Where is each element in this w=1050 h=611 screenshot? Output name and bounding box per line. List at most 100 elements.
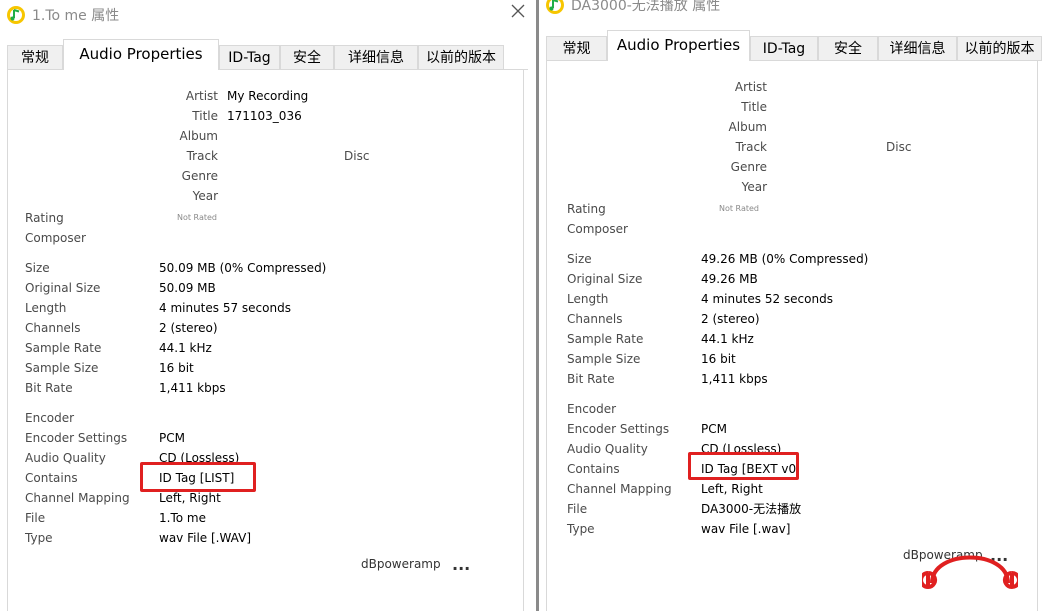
tab-previous-versions[interactable]: 以前的版本 xyxy=(957,36,1042,60)
album-label: Album xyxy=(179,129,218,143)
properties-dialog-right: DA3000-无法播放 属性 常规 Audio Properties ID-Ta… xyxy=(539,0,1050,611)
tab-bar: 常规 Audio Properties ID-Tag 安全 详细信息 以前的版本 xyxy=(546,30,1042,61)
contains-label: Contains xyxy=(567,462,620,476)
sample-rate-value: 44.1 kHz xyxy=(701,332,754,346)
sample-size-label: Sample Size xyxy=(567,352,641,366)
size-value: 49.26 MB (0% Compressed) xyxy=(701,252,869,266)
encoder-settings-value: PCM xyxy=(701,422,727,436)
artist-value: My Recording xyxy=(227,89,309,103)
genre-label: Genre xyxy=(181,169,218,183)
disc-label: Disc xyxy=(344,149,370,163)
composer-label: Composer xyxy=(25,231,86,245)
dbpoweramp-link[interactable]: dBpoweramp xyxy=(361,557,441,571)
tab-details[interactable]: 详细信息 xyxy=(334,45,418,69)
tab-general[interactable]: 常规 xyxy=(7,45,63,69)
title-label: Title xyxy=(741,100,767,114)
encoder-label: Encoder xyxy=(25,411,75,425)
tab-previous-versions[interactable]: 以前的版本 xyxy=(418,45,504,69)
size-value: 50.09 MB (0% Compressed) xyxy=(159,261,327,275)
channel-mapping-value: Left, Right xyxy=(701,482,763,496)
contains-label: Contains xyxy=(25,471,78,485)
tab-id-tag[interactable]: ID-Tag xyxy=(219,45,280,69)
channels-value: 2 (stereo) xyxy=(701,312,760,326)
sample-rate-label: Sample Rate xyxy=(567,332,644,346)
sample-size-value: 16 bit xyxy=(159,361,194,375)
audio-quality-label: Audio Quality xyxy=(567,442,648,456)
rating-value[interactable]: Not Rated xyxy=(719,204,759,213)
title-label: Title xyxy=(192,109,218,123)
length-value: 4 minutes 52 seconds xyxy=(701,292,833,306)
bit-rate-value: 1,411 kbps xyxy=(701,372,768,386)
artist-label: Artist xyxy=(734,80,767,94)
type-value: wav File [.WAV] xyxy=(159,531,252,545)
audio-properties-panel: Artist Title Album Track Disc Genre Year… xyxy=(546,60,1038,611)
window-title: 1.To me 属性 xyxy=(32,8,120,24)
highlight-box xyxy=(688,452,799,480)
original-size-value: 50.09 MB xyxy=(159,281,216,295)
rating-label: Rating xyxy=(567,202,606,216)
track-label: Track xyxy=(186,149,218,163)
title-bar: 1.To me 属性 xyxy=(0,0,536,30)
disc-label: Disc xyxy=(886,140,912,154)
length-label: Length xyxy=(25,301,67,315)
encoder-settings-label: Encoder Settings xyxy=(567,422,670,436)
original-size-label: Original Size xyxy=(567,272,643,286)
close-icon[interactable] xyxy=(510,3,526,19)
more-button[interactable]: ... xyxy=(452,557,470,573)
sample-rate-value: 44.1 kHz xyxy=(159,341,212,355)
tab-audio-properties[interactable]: Audio Properties xyxy=(607,30,750,61)
channel-mapping-label: Channel Mapping xyxy=(25,491,130,505)
encoder-settings-label: Encoder Settings xyxy=(25,431,128,445)
title-bar: DA3000-无法播放 属性 xyxy=(539,0,1050,20)
rating-value[interactable]: Not Rated xyxy=(177,213,217,222)
music-note-app-icon xyxy=(7,6,25,24)
tab-security[interactable]: 安全 xyxy=(280,45,334,69)
tab-details[interactable]: 详细信息 xyxy=(878,36,957,60)
channel-mapping-value: Left, Right xyxy=(159,491,221,505)
channel-mapping-label: Channel Mapping xyxy=(567,482,672,496)
channels-value: 2 (stereo) xyxy=(159,321,218,335)
year-label: Year xyxy=(192,189,218,203)
tab-bar: 常规 Audio Properties ID-Tag 安全 详细信息 以前的版本 xyxy=(7,39,528,70)
track-label: Track xyxy=(735,140,767,154)
highlight-box xyxy=(140,462,256,492)
channels-label: Channels xyxy=(567,312,623,326)
length-label: Length xyxy=(567,292,609,306)
type-label: Type xyxy=(567,522,595,536)
length-value: 4 minutes 57 seconds xyxy=(159,301,291,315)
album-label: Album xyxy=(728,120,767,134)
tab-audio-properties[interactable]: Audio Properties xyxy=(63,39,219,70)
original-size-value: 49.26 MB xyxy=(701,272,758,286)
sample-rate-label: Sample Rate xyxy=(25,341,102,355)
artist-label: Artist xyxy=(185,89,218,103)
sample-size-label: Sample Size xyxy=(25,361,99,375)
file-label: File xyxy=(567,502,588,516)
title-value: 171103_036 xyxy=(227,109,302,123)
bit-rate-label: Bit Rate xyxy=(567,372,615,386)
properties-dialog-left: 1.To me 属性 常规 Audio Properties ID-Tag 安全… xyxy=(0,0,536,611)
tab-security[interactable]: 安全 xyxy=(818,36,878,60)
tab-general[interactable]: 常规 xyxy=(546,36,607,60)
genre-label: Genre xyxy=(730,160,767,174)
year-label: Year xyxy=(741,180,767,194)
bit-rate-value: 1,411 kbps xyxy=(159,381,226,395)
audio-quality-label: Audio Quality xyxy=(25,451,106,465)
type-label: Type xyxy=(25,531,53,545)
headphones-logo-icon xyxy=(922,555,1018,589)
file-value: 1.To me xyxy=(159,511,206,525)
original-size-label: Original Size xyxy=(25,281,101,295)
channels-label: Channels xyxy=(25,321,81,335)
music-note-app-icon xyxy=(546,0,564,14)
type-value: wav File [.wav] xyxy=(701,522,791,536)
file-label: File xyxy=(25,511,46,525)
size-label: Size xyxy=(25,261,50,275)
sample-size-value: 16 bit xyxy=(701,352,736,366)
composer-label: Composer xyxy=(567,222,628,236)
audio-properties-panel: Artist My Recording Title 171103_036 Alb… xyxy=(7,69,524,611)
size-label: Size xyxy=(567,252,592,266)
window-title: DA3000-无法播放 属性 xyxy=(571,0,721,14)
encoder-label: Encoder xyxy=(567,402,617,416)
tab-id-tag[interactable]: ID-Tag xyxy=(750,36,818,60)
bit-rate-label: Bit Rate xyxy=(25,381,73,395)
encoder-settings-value: PCM xyxy=(159,431,185,445)
